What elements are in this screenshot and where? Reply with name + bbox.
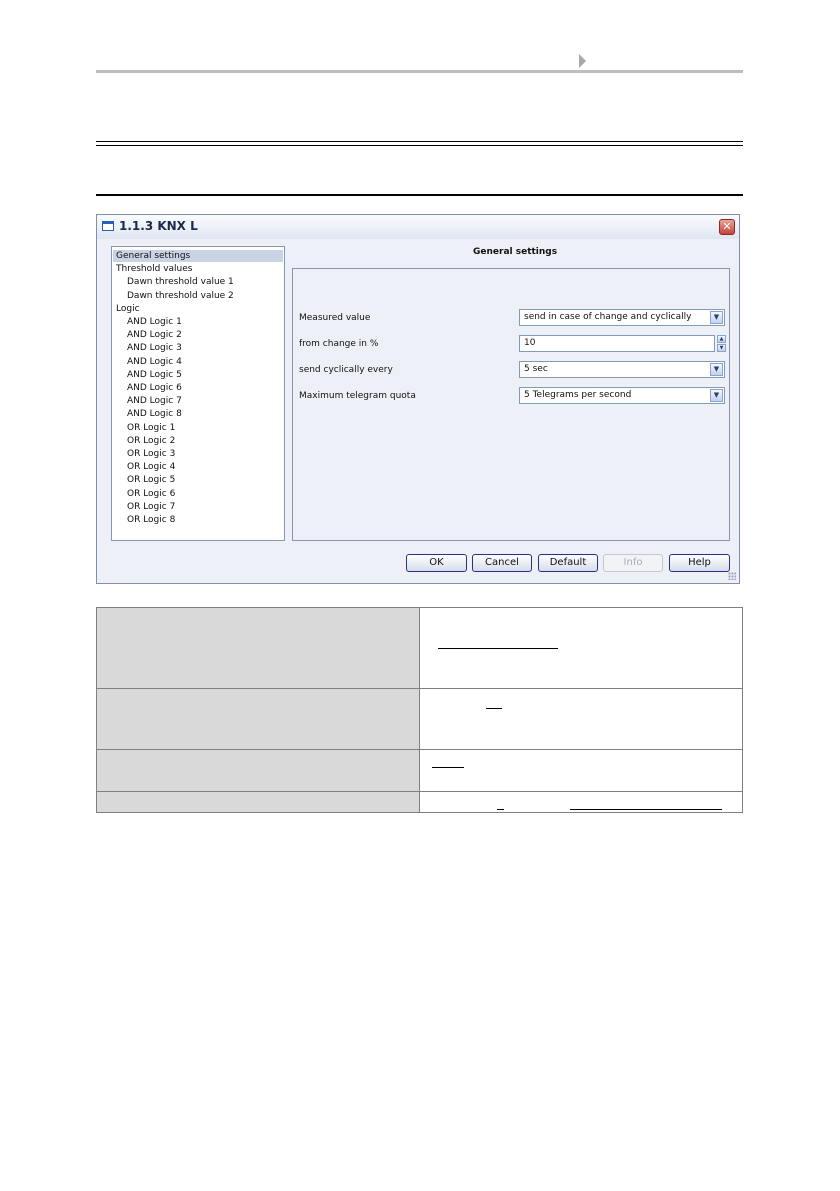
tree-item[interactable]: OR Logic 3 [127,448,175,460]
triangle-right-icon [579,54,586,68]
param-label-telegram-quota: Maximum telegram quota [299,391,416,401]
tree-item[interactable]: AND Logic 8 [127,408,182,420]
measured-value-dropdown[interactable]: send in case of change and cyclically ▼ [519,309,725,326]
parameter-dialog: 1.1.3 KNX L ✕ General settings Threshold … [96,214,740,584]
chevron-down-icon[interactable]: ▼ [710,363,723,376]
tree-item[interactable]: Logic [116,303,140,315]
default-value-underline [486,708,502,709]
spin-up-icon[interactable]: ▲ [717,335,726,343]
table-cell [96,688,420,750]
default-button[interactable]: Default [538,554,598,572]
spin-down-icon[interactable]: ▼ [717,344,726,352]
change-percent-spinner[interactable]: 10 [519,335,715,352]
default-value-underline [438,648,558,649]
dialog-titlebar[interactable]: 1.1.3 KNX L ✕ [97,215,739,239]
tree-item[interactable]: General settings [113,250,283,262]
param-label-cyclic: send cyclically every [299,365,393,375]
chevron-down-icon[interactable]: ▼ [710,389,723,402]
table-cell [96,607,420,689]
tree-item[interactable]: AND Logic 3 [127,342,182,354]
table-row [96,607,743,689]
cyclic-interval-dropdown[interactable]: 5 sec ▼ [519,361,725,378]
tree-item[interactable]: Dawn threshold value 1 [127,276,234,288]
table-row [96,791,743,813]
table-cell [419,607,743,689]
parameter-table [96,607,743,813]
parameter-tree: General settings Threshold values Dawn thr… [111,246,285,541]
tree-item[interactable]: OR Logic 5 [127,474,175,486]
default-value-underline [570,809,722,810]
tree-item[interactable]: OR Logic 4 [127,461,175,473]
tree-item[interactable]: OR Logic 2 [127,435,175,447]
tree-item[interactable]: AND Logic 7 [127,395,182,407]
tree-item[interactable]: AND Logic 5 [127,369,182,381]
tree-item[interactable]: OR Logic 7 [127,501,175,513]
default-value-underline [432,767,464,768]
help-button[interactable]: Help [669,554,730,572]
table-row [96,688,743,750]
cancel-button[interactable]: Cancel [472,554,532,572]
section-rule [96,194,743,196]
dropdown-value: 5 sec [524,364,548,374]
tree-item[interactable]: OR Logic 8 [127,514,175,526]
dialog-title: 1.1.3 KNX L [119,219,198,233]
table-cell [419,688,743,750]
settings-panel: Measured value send in case of change an… [292,268,730,541]
header-rule [96,70,743,73]
param-label-measured-value: Measured value [299,313,371,323]
table-cell [419,749,743,792]
table-cell [96,749,420,792]
tree-item[interactable]: OR Logic 6 [127,488,175,500]
tree-item[interactable]: AND Logic 2 [127,329,182,341]
table-cell [96,791,420,813]
tree-item[interactable]: AND Logic 4 [127,356,182,368]
window-icon [102,221,114,231]
ok-button[interactable]: OK [406,554,467,572]
resize-grip-icon[interactable] [728,572,736,580]
default-value-underline [497,809,504,810]
tree-item[interactable]: Dawn threshold value 2 [127,290,234,302]
section-double-rule [96,141,743,146]
tree-item[interactable]: AND Logic 1 [127,316,182,328]
param-label-change-percent: from change in % [299,339,379,349]
table-row [96,749,743,792]
panel-title: General settings [473,247,558,257]
tree-item[interactable]: Threshold values [116,263,193,275]
tree-item[interactable]: AND Logic 6 [127,382,182,394]
table-cell [419,791,743,813]
tree-item[interactable]: OR Logic 1 [127,422,175,434]
dropdown-value: 5 Telegrams per second [524,390,632,400]
info-button: Info [603,554,663,572]
telegram-quota-dropdown[interactable]: 5 Telegrams per second ▼ [519,387,725,404]
spinner-value: 10 [524,338,536,348]
chevron-down-icon[interactable]: ▼ [710,311,723,324]
close-icon[interactable]: ✕ [719,219,735,235]
dropdown-value: send in case of change and cyclically [524,312,692,322]
